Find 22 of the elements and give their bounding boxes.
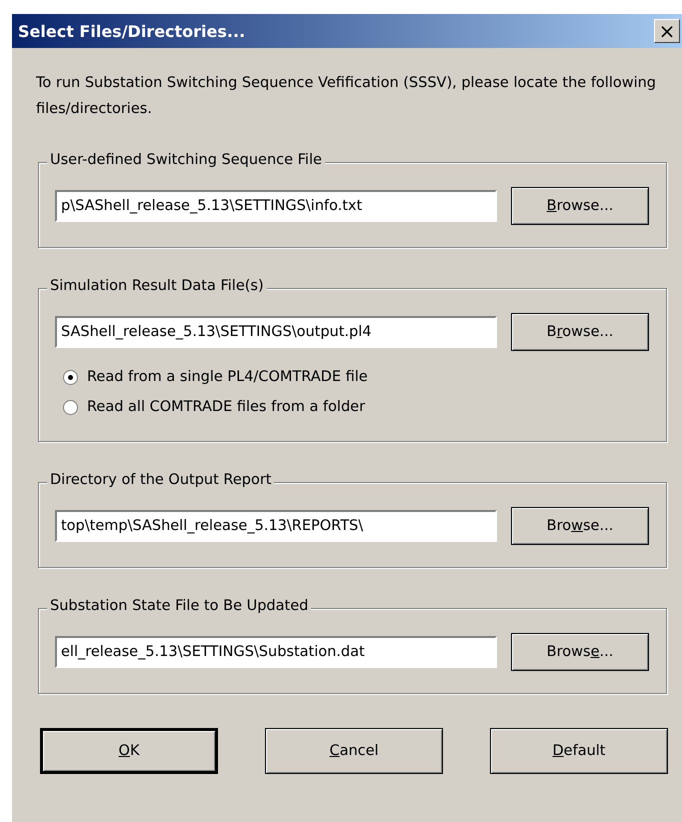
- browse-button[interactable]: Browse...: [511, 507, 649, 545]
- group-title: User-defined Switching Sequence File: [47, 152, 325, 168]
- path-field[interactable]: p\SAShell_release_5.13\SETTINGS\info.txt: [55, 190, 497, 222]
- window-title: Select Files/Directories...: [18, 22, 246, 40]
- radio-button[interactable]: [63, 370, 78, 384]
- group-title: Simulation Result Data File(s): [47, 278, 267, 294]
- dialog-button[interactable]: OK: [40, 728, 218, 774]
- radio-button[interactable]: [63, 400, 78, 414]
- browse-button[interactable]: Browse...: [511, 187, 649, 225]
- browse-button[interactable]: Browse...: [511, 313, 649, 351]
- path-field[interactable]: top\temp\SAShell_release_5.13\REPORTS\: [55, 510, 497, 542]
- browse-button[interactable]: Browse...: [511, 633, 649, 671]
- path-field[interactable]: ell_release_5.13\SETTINGS\Substation.dat: [55, 636, 497, 668]
- path-field[interactable]: SAShell_release_5.13\SETTINGS\output.pl4: [55, 316, 497, 348]
- dialog-button[interactable]: Cancel: [265, 728, 443, 774]
- group-title: Directory of the Output Report: [47, 472, 274, 488]
- dialog-button[interactable]: Default: [490, 728, 668, 774]
- radio-label[interactable]: Read all COMTRADE files from a folder: [87, 399, 366, 415]
- group-title: Substation State File to Be Updated: [47, 598, 312, 614]
- close-button[interactable]: ×: [654, 19, 680, 43]
- instructions-text: To run Substation Switching Sequence Vefification (SSSV), please locate the following files/directories.: [36, 74, 658, 119]
- radio-label[interactable]: Read from a single PL4/COMTRADE file: [87, 369, 368, 385]
